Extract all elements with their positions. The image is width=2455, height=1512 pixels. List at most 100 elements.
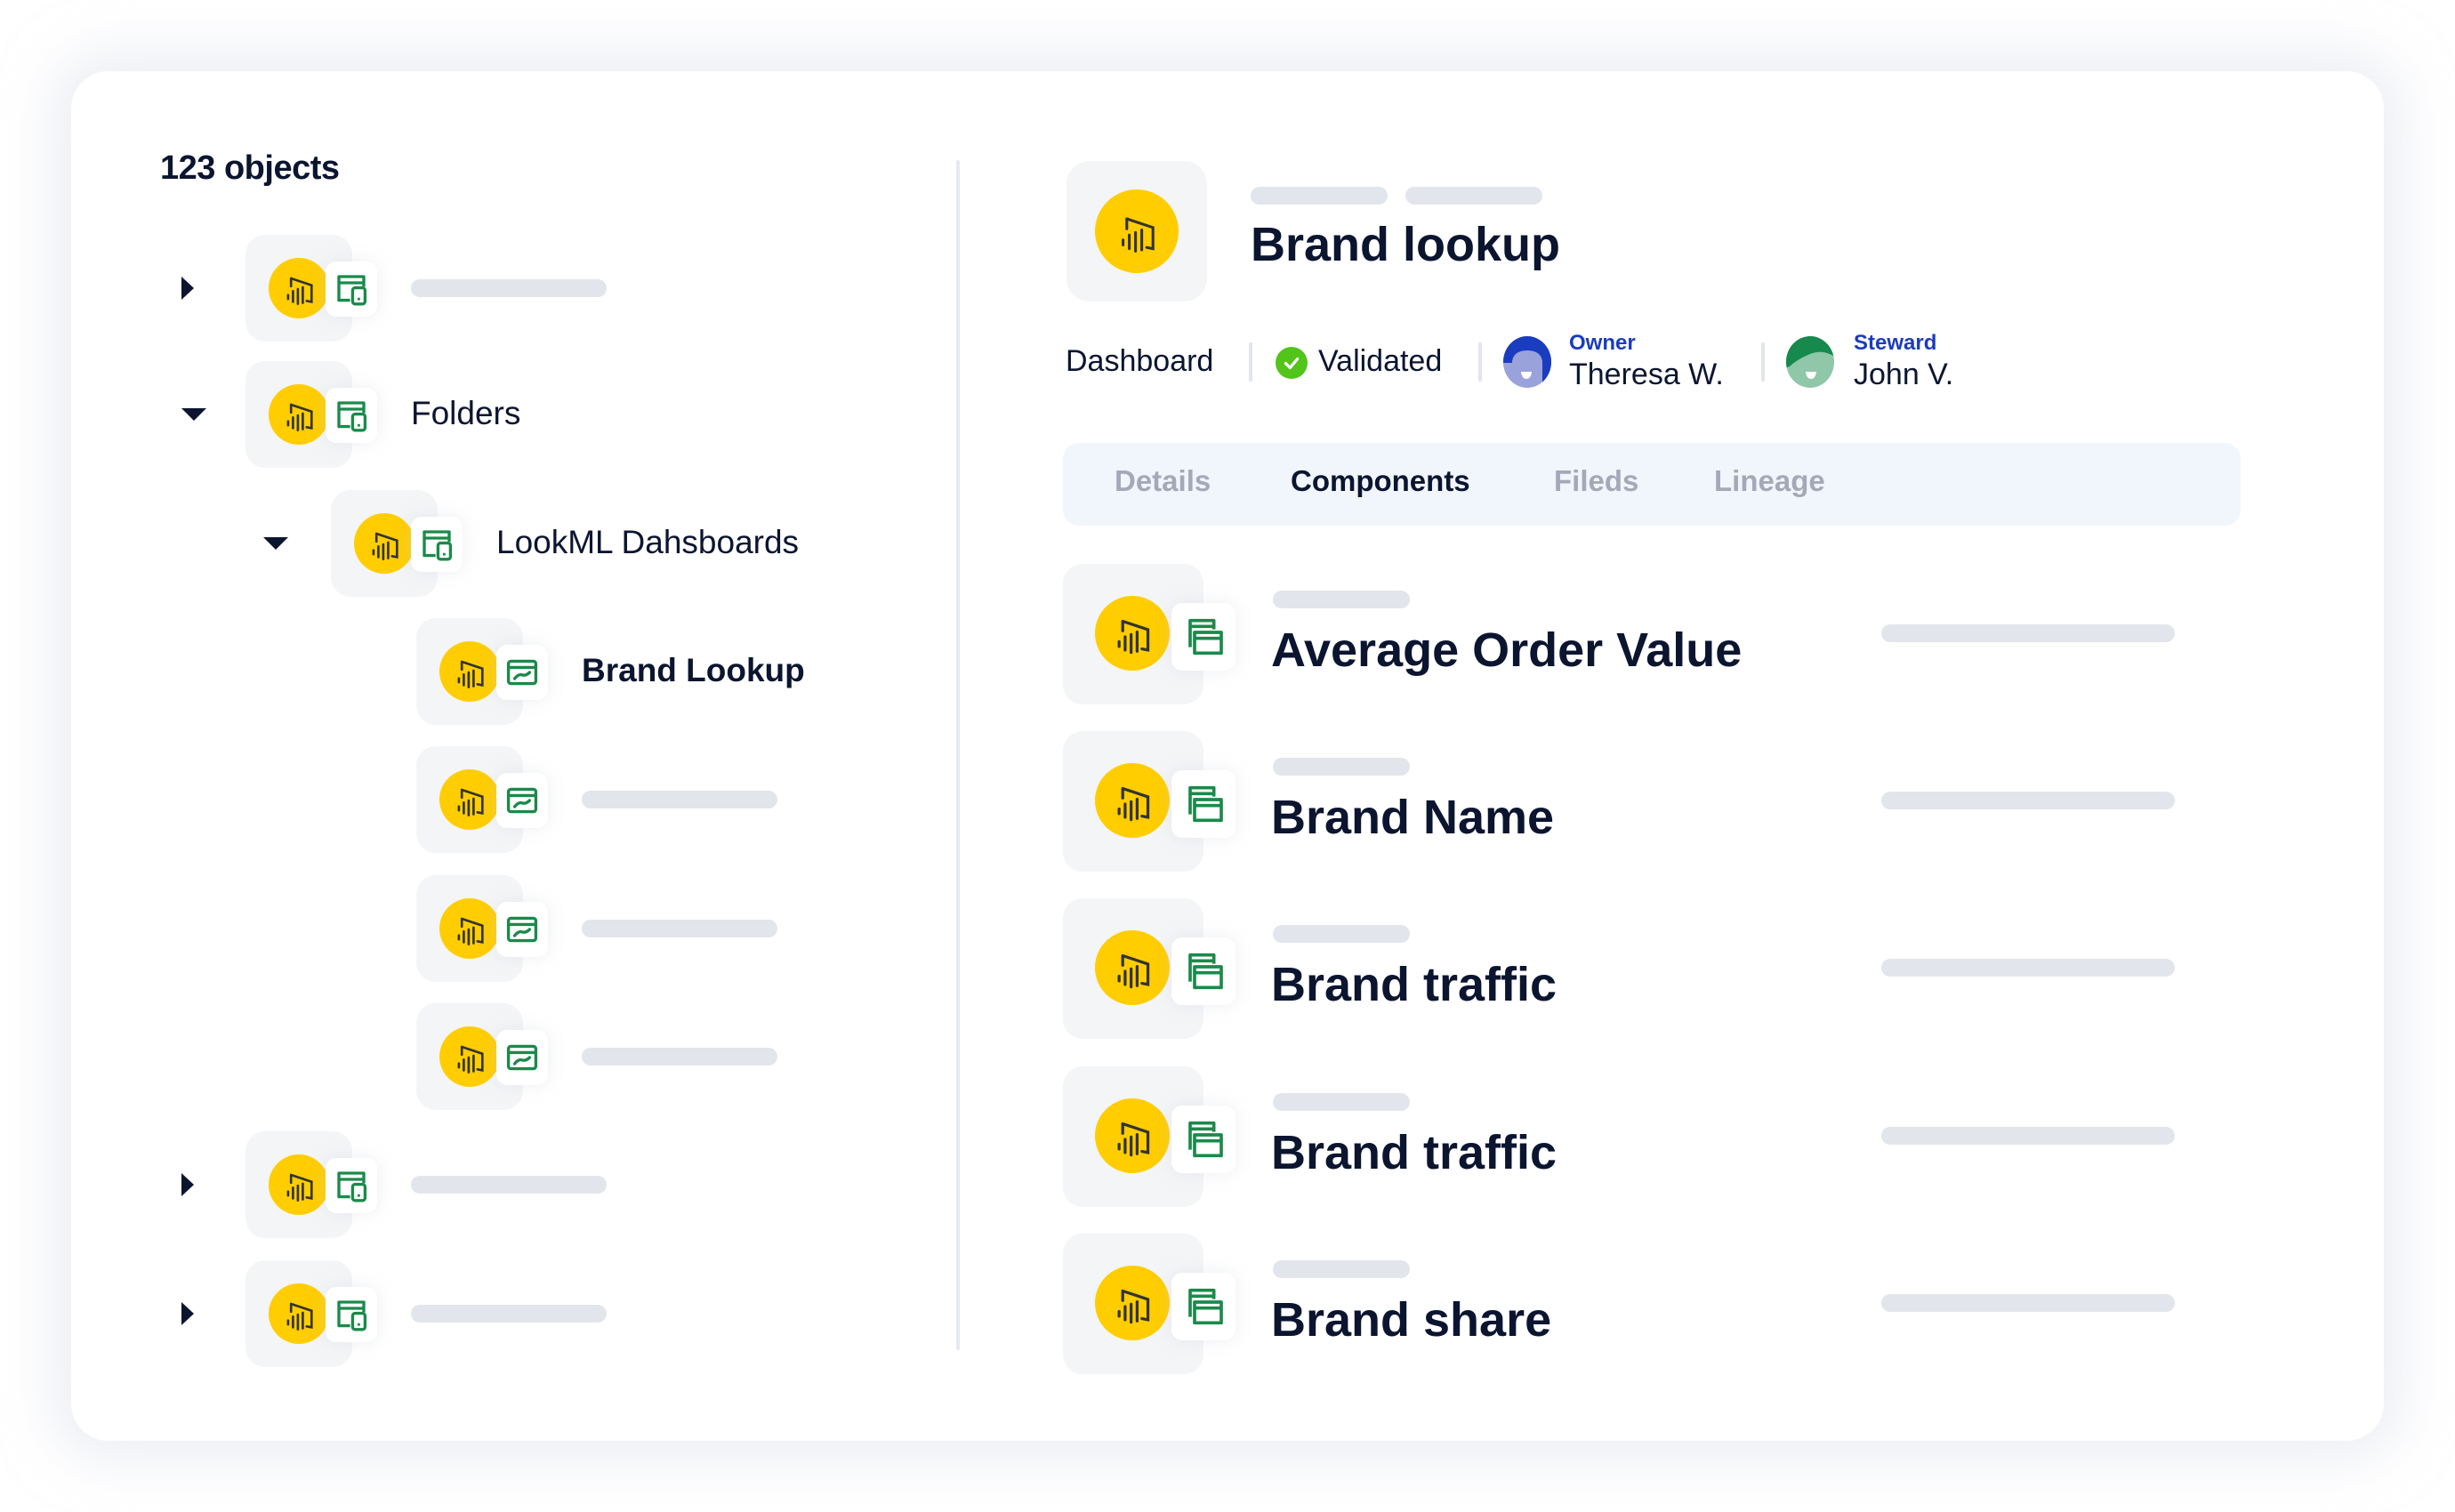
component-icon-box	[1063, 1066, 1236, 1207]
component-row[interactable]: Brand Name	[1063, 731, 2246, 872]
component-icon-box	[1063, 564, 1236, 704]
tree-item-placeholder	[582, 920, 777, 937]
tree-item-icon-box	[416, 746, 548, 853]
component-row[interactable]: Brand share	[1063, 1234, 2246, 1374]
breadcrumb-placeholder	[1405, 187, 1542, 205]
tree-item-placeholder	[582, 1048, 777, 1066]
powerbi-icon	[269, 1283, 329, 1344]
tree-row[interactable]: LookML Dahsboards	[0, 490, 943, 597]
meta-separator	[1249, 342, 1252, 382]
tree-row[interactable]	[0, 875, 943, 982]
page-title: Brand lookup	[1251, 218, 1560, 271]
tab-components[interactable]: Components	[1291, 464, 1470, 498]
window-stack-icon	[1171, 1106, 1236, 1173]
component-value-placeholder	[1881, 959, 2175, 977]
steward-name[interactable]: John V.	[1854, 358, 1953, 392]
component-icon-box	[1063, 1234, 1236, 1374]
powerbi-icon	[1095, 1266, 1170, 1340]
component-icon-box	[1063, 731, 1236, 872]
caret-right-icon[interactable]	[181, 1302, 194, 1325]
powerbi-icon	[354, 513, 415, 574]
window-stack-icon	[1171, 770, 1236, 838]
component-meta-placeholder	[1273, 1093, 1410, 1111]
component-meta-placeholder	[1273, 591, 1410, 608]
tree-item-icon-box	[246, 361, 377, 468]
tree-item-label[interactable]: Brand Lookup	[582, 652, 805, 689]
component-icon-box	[1063, 898, 1236, 1039]
component-value-placeholder	[1881, 1294, 2175, 1312]
tree-row[interactable]: Brand Lookup	[0, 618, 943, 725]
tree-item-label[interactable]: Folders	[411, 395, 520, 432]
tree-item-placeholder	[411, 1176, 607, 1194]
powerbi-icon	[269, 1154, 329, 1215]
tab-details[interactable]: Details	[1115, 464, 1211, 498]
dashboard-device-icon	[411, 517, 463, 572]
dashboard-device-icon	[326, 388, 377, 443]
component-meta-placeholder	[1273, 925, 1410, 943]
tree-item-label[interactable]: LookML Dahsboards	[496, 524, 799, 561]
tree-item-placeholder	[411, 1305, 607, 1323]
tab-fields[interactable]: Fileds	[1554, 464, 1638, 498]
caret-down-icon[interactable]	[263, 537, 288, 550]
component-row[interactable]: Brand traffic	[1063, 898, 2246, 1039]
caret-right-icon[interactable]	[181, 1173, 194, 1196]
panel-divider	[956, 160, 960, 1350]
window-stack-icon	[1171, 937, 1236, 1005]
dashboard-device-icon	[326, 261, 377, 317]
steward-role-label: Steward	[1854, 331, 1937, 355]
component-name: Brand share	[1271, 1293, 1552, 1347]
component-value-placeholder	[1881, 792, 2175, 809]
tree-item-icon-box	[246, 1131, 377, 1238]
component-name: Average Order Value	[1271, 623, 1743, 677]
dashboard-device-icon	[326, 1158, 377, 1213]
component-value-placeholder	[1881, 624, 2175, 642]
component-meta-placeholder	[1273, 758, 1410, 776]
chart-window-icon	[496, 773, 548, 828]
caret-right-icon[interactable]	[181, 277, 194, 300]
tree-row[interactable]	[0, 1260, 943, 1367]
owner-avatar[interactable]	[1501, 336, 1553, 388]
meta-separator	[1478, 342, 1482, 382]
component-name: Brand traffic	[1271, 958, 1558, 1011]
component-name: Brand traffic	[1271, 1126, 1558, 1179]
powerbi-icon	[269, 384, 329, 445]
tree-row[interactable]	[0, 235, 943, 342]
meta-separator	[1761, 342, 1765, 382]
owner-name[interactable]: Theresa W.	[1569, 358, 1724, 392]
powerbi-icon	[439, 769, 500, 830]
tab-lineage[interactable]: Lineage	[1714, 464, 1825, 498]
window-stack-icon	[1171, 603, 1236, 671]
tree-item-icon-box	[246, 1260, 377, 1367]
powerbi-icon	[1095, 596, 1170, 671]
owner-role-label: Owner	[1569, 331, 1636, 355]
detail-tabs: Details Components Fileds Lineage	[1063, 443, 2241, 526]
tree-item-placeholder	[582, 791, 777, 808]
dashboard-device-icon	[326, 1287, 377, 1342]
tree-item-icon-box	[416, 875, 548, 982]
component-row[interactable]: Average Order Value	[1063, 564, 2246, 704]
powerbi-icon	[1095, 763, 1170, 838]
tree-item-icon-box	[246, 235, 377, 342]
steward-avatar[interactable]	[1784, 336, 1836, 388]
tree-item-placeholder	[411, 279, 607, 297]
breadcrumb-placeholder	[1251, 187, 1388, 205]
tree-row[interactable]: Folders	[0, 361, 943, 468]
powerbi-icon	[1095, 1098, 1170, 1173]
powerbi-icon	[439, 1026, 500, 1087]
tree-row[interactable]	[0, 1003, 943, 1110]
tree-item-icon-box	[416, 618, 548, 725]
tree-row[interactable]	[0, 1131, 943, 1238]
object-count-title: 123 objects	[160, 149, 340, 187]
caret-down-icon[interactable]	[181, 408, 206, 421]
tree-item-icon-box	[331, 490, 463, 597]
chart-window-icon	[496, 645, 548, 700]
tree-row[interactable]	[0, 746, 943, 853]
tree-item-icon-box	[416, 1003, 548, 1110]
powerbi-icon	[1095, 930, 1170, 1005]
status-badge: Validated	[1318, 344, 1443, 378]
window-stack-icon	[1171, 1273, 1236, 1340]
component-name: Brand Name	[1271, 791, 1555, 844]
powerbi-icon	[439, 898, 500, 959]
validated-check-icon	[1276, 347, 1308, 379]
component-row[interactable]: Brand traffic	[1063, 1066, 2246, 1207]
